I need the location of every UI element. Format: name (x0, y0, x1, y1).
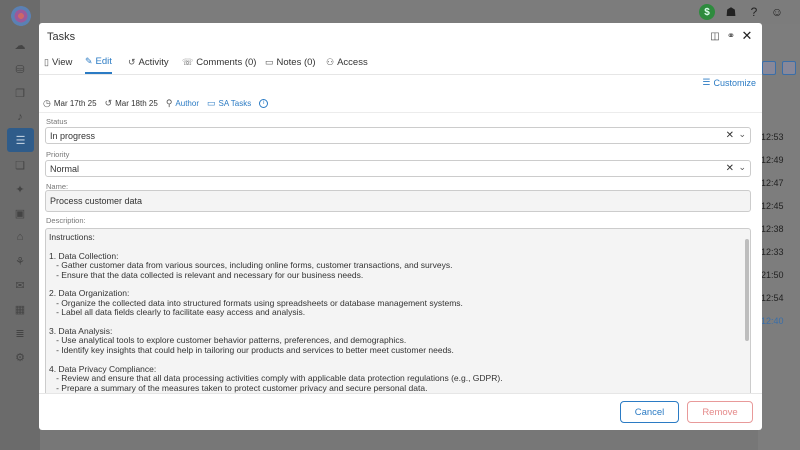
tab-activity[interactable]: ↺ Activity (128, 51, 169, 74)
list-item-time: 12:54 (761, 293, 784, 303)
app-topbar: $ ☗ ? ☺ (40, 0, 800, 24)
tab-label: Activity (138, 57, 169, 68)
app-sidebar: ☁ ⛁ ❐ ♪ ☰ ❏ ✦ ▣ ⌂ ⚘ ✉ ▦ ≣ ⚙ (0, 0, 40, 450)
sparkles-icon[interactable]: ✦ (13, 182, 27, 196)
tab-label: Notes (0) (276, 57, 316, 68)
remove-button[interactable]: Remove (687, 401, 753, 423)
clear-icon[interactable]: ✕ (726, 130, 734, 141)
tab-label: Edit (95, 56, 112, 67)
document-icon: ▯ (44, 57, 49, 67)
tab-label: Comments (0) (196, 57, 257, 68)
chat-icon[interactable]: ✉ (13, 278, 27, 292)
info-icon[interactable]: i (259, 98, 269, 108)
name-value: Process customer data (50, 196, 143, 206)
help-icon[interactable]: ? (746, 4, 762, 20)
chevron-down-icon[interactable]: ⌄ (738, 162, 746, 173)
sidebar-toggle-icon[interactable]: ◫ (709, 30, 721, 42)
tab-view[interactable]: ▯ View (44, 51, 72, 74)
image-icon[interactable]: ▣ (13, 206, 27, 220)
clear-icon[interactable]: ✕ (726, 163, 734, 174)
list-item-time: 12:33 (761, 247, 784, 257)
robot-icon[interactable]: ☗ (723, 4, 739, 20)
list-item-time: 12:47 (761, 178, 784, 188)
updated-date: ↺ Mar 18th 25 (104, 97, 158, 108)
edit-icon: ✎ (85, 56, 93, 66)
microphone-icon[interactable]: ♪ (13, 110, 27, 124)
divider (39, 393, 762, 394)
comments-icon: ☏ (182, 57, 194, 67)
cloud-icon[interactable]: ☁ (13, 38, 27, 52)
list-item-time: 12:38 (761, 224, 784, 234)
modal-title: Tasks (47, 31, 76, 43)
status-select[interactable]: In progress ✕ ⌄ (45, 127, 751, 144)
person-icon: ⚲ (165, 97, 173, 108)
description-text: Instructions: 1. Data Collection: - Gath… (49, 232, 503, 393)
tab-access[interactable]: ⚇ Access (326, 51, 368, 74)
description-label: Description: (46, 216, 86, 225)
priority-select[interactable]: Normal ✕ ⌄ (45, 160, 751, 177)
customize-button[interactable]: ☰ Customize (702, 77, 756, 88)
copy-icon[interactable]: ❐ (13, 86, 27, 100)
priority-label: Priority (46, 150, 70, 159)
sliders-icon: ☰ (702, 77, 711, 87)
name-field[interactable]: Process customer data (45, 190, 751, 212)
author-link[interactable]: ⚲ Author (166, 98, 199, 109)
created-date: ◷ Mar 17th 25 (43, 97, 97, 108)
tasks-icon[interactable]: ☰ (7, 128, 34, 152)
modal-tabs: ▯ View ✎ Edit ↺ Activity ☏ Comments (0) … (39, 51, 762, 75)
divider (39, 112, 762, 113)
background-button[interactable] (762, 61, 776, 75)
server-icon[interactable]: ≣ (13, 326, 27, 340)
list-item-time: 21:50 (761, 270, 784, 280)
tab-label: View (51, 57, 73, 68)
dollar-icon[interactable]: $ (699, 4, 715, 20)
description-textarea[interactable]: Instructions: 1. Data Collection: - Gath… (45, 228, 751, 394)
list-item-time: 12:40 (761, 316, 784, 326)
tab-comments[interactable]: ☏ Comments (0) (182, 51, 256, 74)
history-icon: ↺ (104, 97, 113, 108)
list-item-time: 12:45 (761, 201, 784, 211)
status-value: In progress (50, 130, 96, 141)
background-settings-button[interactable] (782, 61, 796, 75)
tasks-modal: Tasks ◫ ⚭ ✕ ▯ View ✎ Edit ↺ Activity ☏ C… (39, 23, 762, 430)
tab-label: Access (337, 57, 368, 68)
link-icon[interactable]: ⚭ (725, 30, 737, 42)
background-task-list (758, 24, 800, 450)
task-meta: ◷ Mar 17th 25 ↺ Mar 18th 25 ⚲ Author ▭ S… (43, 96, 758, 110)
close-icon[interactable]: ✕ (741, 28, 753, 43)
tab-notes[interactable]: ▭ Notes (0) (265, 51, 316, 74)
folder-icon: ▭ (206, 97, 216, 108)
brain-icon[interactable]: ⚘ (13, 254, 27, 268)
project-link[interactable]: ▭ SA Tasks (207, 98, 251, 109)
documents-icon[interactable]: ❏ (13, 158, 27, 172)
priority-value: Normal (50, 163, 80, 174)
customize-label: Customize (713, 77, 756, 88)
clipboard-icon: ▭ (265, 57, 274, 67)
cancel-button[interactable]: Cancel (620, 401, 679, 423)
users-icon: ⚇ (326, 57, 335, 67)
database-icon[interactable]: ⛁ (13, 62, 27, 76)
list-item-time: 12:49 (761, 155, 784, 165)
calendar-icon[interactable]: ▦ (13, 302, 27, 316)
tab-edit[interactable]: ✎ Edit (85, 51, 112, 74)
history-icon: ↺ (128, 57, 136, 67)
status-label: Status (46, 117, 68, 126)
clock-icon: ◷ (43, 97, 51, 108)
list-item-time: 12:53 (761, 132, 784, 142)
chevron-down-icon[interactable]: ⌄ (738, 129, 746, 140)
user-icon[interactable]: ☺ (769, 4, 785, 20)
scrollbar-thumb[interactable] (745, 239, 749, 341)
settings-icon[interactable]: ⚙ (13, 350, 27, 364)
bank-icon[interactable]: ⌂ (13, 230, 27, 244)
app-logo (11, 6, 31, 26)
